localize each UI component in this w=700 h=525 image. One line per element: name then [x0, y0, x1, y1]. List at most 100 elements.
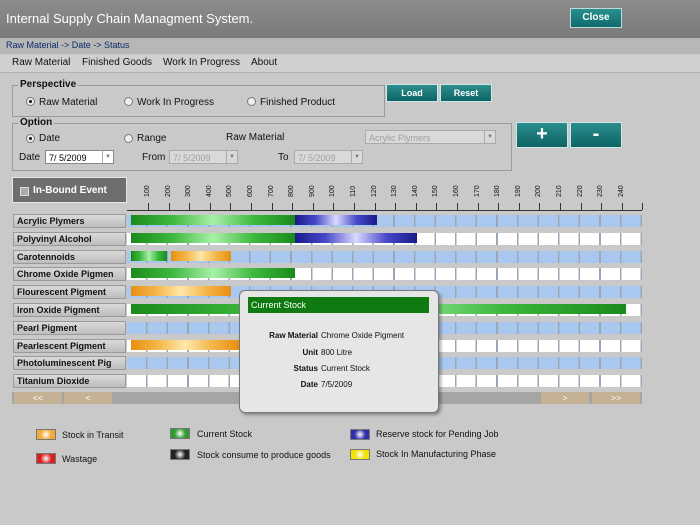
date-picker[interactable]: 7/ 5/2009 ▼	[45, 150, 114, 164]
tooltip-key-status: Status	[293, 364, 318, 373]
radio-date[interactable]	[26, 134, 35, 143]
legend-label-manufacturing: Stock In Manufacturing Phase	[376, 449, 497, 459]
tooltip-value-status: Current Stock	[321, 364, 370, 373]
option-title: Option	[18, 117, 55, 128]
menu-item-finished-goods[interactable]: Finished Goods	[82, 57, 152, 68]
stock-bar-blue[interactable]	[295, 215, 377, 225]
tooltip-key-date: Date	[300, 380, 318, 389]
row-label[interactable]: Pearlescent Pigment	[13, 338, 126, 353]
ruler-mark	[354, 203, 355, 210]
radio-work-in-progress-label: Work In Progress	[137, 97, 215, 108]
ruler-mark	[271, 203, 273, 210]
row-label[interactable]: Carotennoids	[13, 249, 126, 264]
timeline-tick: 200	[164, 185, 172, 197]
load-button[interactable]: Load	[386, 84, 438, 102]
inbound-event-checkbox[interactable]	[20, 187, 29, 196]
chevron-down-icon: ▼	[226, 151, 237, 163]
stock-bar-green[interactable]	[131, 215, 295, 225]
scroll-last-button[interactable]: >>	[592, 392, 640, 404]
ruler-mark	[395, 203, 397, 210]
close-button[interactable]: Close	[570, 8, 622, 28]
zoom-out-button[interactable]: -	[570, 122, 622, 148]
ruler-mark	[189, 203, 191, 210]
raw-material-select[interactable]: Acrylic Plymers ▼	[365, 130, 496, 144]
timeline-tick: 220	[576, 185, 584, 197]
timeline-tick: 800	[288, 185, 296, 197]
scroll-first-button[interactable]: <<	[14, 392, 62, 404]
stock-bar-green[interactable]	[131, 232, 295, 243]
reset-button[interactable]: Reset	[440, 84, 492, 102]
legend-label-stock-in-transit: Stock in Transit	[62, 430, 124, 440]
tooltip-value-unit: 800 Litre	[321, 348, 353, 357]
stock-bar-green[interactable]	[131, 250, 167, 261]
ruler-mark	[292, 203, 294, 210]
stock-bar-blue[interactable]	[295, 232, 417, 243]
tooltip-title: Current Stock	[248, 297, 429, 313]
row-label[interactable]: Photoluminescent Pig	[13, 356, 126, 371]
legend-label-current-stock: Current Stock	[197, 429, 253, 439]
ruler-mark	[209, 203, 211, 210]
timeline-tick: 600	[247, 185, 254, 197]
date-label: Date	[19, 152, 41, 163]
scroll-prev-button[interactable]: <	[64, 392, 112, 404]
timeline-tick: 120	[370, 185, 378, 197]
radio-range[interactable]	[124, 134, 133, 143]
scroll-next-button[interactable]: >	[541, 392, 589, 404]
row-label[interactable]: Acrylic Plymers	[13, 214, 126, 228]
to-date-value: 7/ 5/2009	[298, 153, 336, 163]
ruler-mark	[539, 203, 541, 210]
date-value: 7/ 5/2009	[49, 153, 87, 163]
to-date-picker[interactable]: 7/ 5/2009 ▼	[294, 150, 363, 164]
tooltip-value-date: 7/5/2009	[321, 380, 353, 389]
from-label: From	[142, 152, 166, 163]
ruler-mark	[251, 203, 252, 210]
radio-range-label: Range	[137, 133, 167, 144]
radio-date-label: Date	[39, 133, 61, 144]
from-date-value: 7/ 5/2009	[173, 153, 211, 163]
timeline-tick: 210	[556, 185, 563, 197]
from-date-picker[interactable]: 7/ 5/2009 ▼	[169, 150, 238, 164]
radio-raw-material[interactable]	[26, 97, 35, 106]
row-label[interactable]: Chrome Oxide Pigmen	[13, 267, 126, 282]
legend-label-reserve-stock: Reserve stock for Pending Job	[376, 429, 499, 439]
radio-work-in-progress[interactable]	[124, 97, 133, 106]
row-label[interactable]: Polyvinyl Alcohol	[13, 231, 126, 246]
stock-bar-orange[interactable]	[131, 286, 231, 297]
menu-item-about[interactable]: About	[251, 57, 277, 68]
tooltip-key-raw-material: Raw Material	[269, 331, 318, 340]
ruler-mark	[601, 203, 603, 210]
timeline-tick: 500	[226, 185, 234, 197]
menu-item-raw-material[interactable]: Raw Material	[12, 57, 70, 68]
ruler-mark	[148, 203, 149, 210]
stock-bar-green[interactable]	[131, 268, 295, 279]
chevron-down-icon: ▼	[484, 131, 495, 143]
raw-material-value: Acrylic Plymers	[369, 133, 431, 143]
radio-finished-product-label: Finished Product	[260, 97, 336, 108]
radio-raw-material-label: Raw Material	[39, 97, 98, 108]
legend-swatch-wastage	[36, 453, 56, 464]
tooltip-key-unit: Unit	[302, 348, 318, 357]
timeline-tick: 100	[144, 185, 151, 197]
ruler-mark	[621, 203, 623, 210]
timeline-tick: 110	[350, 185, 357, 197]
raw-material-label: Raw Material	[226, 132, 285, 143]
timeline-tick: 100	[329, 185, 337, 197]
radio-finished-product[interactable]	[247, 97, 256, 106]
ruler-mark	[230, 203, 232, 210]
ruler-mark	[518, 203, 520, 210]
timeline-tick: 160	[453, 185, 460, 197]
row-label[interactable]: Iron Oxide Pigment	[13, 303, 126, 317]
row-label[interactable]: Titanium Dioxide	[13, 374, 126, 389]
stock-bar-orange[interactable]	[131, 339, 239, 350]
timeline-ruler	[127, 198, 642, 211]
stock-bar-orange[interactable]	[171, 250, 231, 261]
timeline-tick: 700	[267, 185, 275, 197]
row-label[interactable]: Flourescent Pigment	[13, 285, 126, 300]
legend-label-stock-consume: Stock consume to produce goods	[197, 450, 331, 460]
zoom-in-button[interactable]: +	[516, 122, 568, 148]
menu-item-work-in-progress[interactable]: Work In Progress	[163, 57, 240, 68]
legend-swatch-current-stock	[170, 428, 190, 439]
timeline-tick: 180	[494, 185, 502, 197]
row-label[interactable]: Pearl Pigment	[13, 320, 126, 335]
ruler-mark	[498, 203, 500, 210]
